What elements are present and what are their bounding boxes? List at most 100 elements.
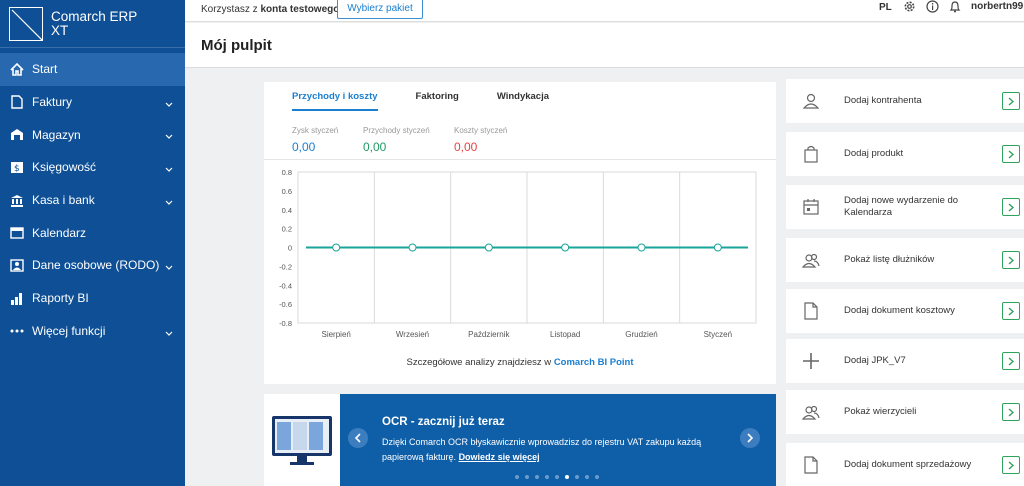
accounting-icon: $ bbox=[10, 160, 24, 174]
action-label: Dodaj dokument sprzedażowy bbox=[844, 459, 972, 470]
carousel-prev-button[interactable] bbox=[348, 428, 368, 448]
carousel-dot[interactable] bbox=[525, 475, 529, 479]
action-label: Dodaj JPK_V7 bbox=[844, 355, 906, 366]
person-icon bbox=[802, 92, 820, 110]
action-show-creditors[interactable]: Pokaż wierzycieli bbox=[786, 390, 1024, 434]
stats-row: Zysk styczeń 0,00 Przychody styczeń 0,00… bbox=[264, 120, 776, 160]
chevron-right-icon[interactable] bbox=[1002, 92, 1020, 110]
choose-package-button[interactable]: Wybierz pakiet bbox=[337, 0, 423, 19]
chevron-right-icon[interactable] bbox=[1002, 251, 1020, 269]
chevron-down-icon bbox=[165, 97, 173, 111]
carousel-dot[interactable] bbox=[575, 475, 579, 479]
action-label: Dodaj dokument kosztowy bbox=[844, 305, 955, 316]
action-label: Pokaż wierzycieli bbox=[844, 406, 917, 417]
info-icon[interactable] bbox=[926, 0, 939, 16]
sidebar-item-label: Faktury bbox=[32, 95, 73, 110]
x-tick-label: Grudzień bbox=[625, 330, 657, 339]
sidebar-item-label: Start bbox=[32, 62, 58, 77]
data-point[interactable] bbox=[561, 243, 570, 252]
people-icon bbox=[801, 251, 820, 269]
stat-value: 0,00 bbox=[454, 140, 478, 154]
app-name: Comarch ERP XT bbox=[51, 9, 137, 38]
language-switch[interactable]: PL bbox=[879, 2, 892, 13]
sidebar-item-label: Magazyn bbox=[32, 127, 81, 142]
bell-icon[interactable] bbox=[949, 0, 961, 16]
action-show-debtors[interactable]: Pokaż listę dłużników bbox=[786, 238, 1024, 282]
y-tick-label: 0.2 bbox=[282, 225, 292, 234]
action-add-product[interactable]: Dodaj produkt bbox=[786, 132, 1024, 176]
carousel-dot[interactable] bbox=[535, 475, 539, 479]
sidebar-item-label: Księgowość bbox=[32, 160, 97, 175]
calendar-icon bbox=[10, 226, 24, 240]
y-tick-label: -0.6 bbox=[279, 300, 292, 309]
stat-label: Koszty styczeń bbox=[454, 126, 508, 135]
sidebar-item-label: Raporty BI bbox=[32, 291, 89, 306]
carousel-dot[interactable] bbox=[595, 475, 599, 479]
revenue-costs-card: Przychody i koszty Faktoring Windykacja … bbox=[264, 82, 776, 384]
x-tick-label: Październik bbox=[468, 330, 510, 339]
warehouse-icon bbox=[10, 128, 24, 142]
document-icon bbox=[10, 95, 24, 109]
action-add-sales-document[interactable]: Dodaj dokument sprzedażowy bbox=[786, 443, 1024, 486]
carousel-dot-active[interactable] bbox=[565, 475, 569, 479]
sidebar-item-faktury[interactable]: Faktury bbox=[0, 86, 185, 119]
chevron-right-icon[interactable] bbox=[1002, 352, 1020, 370]
people-icon bbox=[801, 403, 820, 421]
data-point[interactable] bbox=[637, 243, 646, 252]
analytics-text: Szczegółowe analizy znajdziesz w bbox=[406, 357, 552, 368]
carousel-dot[interactable] bbox=[515, 475, 519, 479]
chevron-down-icon bbox=[165, 326, 173, 340]
action-add-contractor[interactable]: Dodaj kontrahenta bbox=[786, 79, 1024, 123]
carousel-dot[interactable] bbox=[585, 475, 589, 479]
page-title: Mój pulpit bbox=[201, 37, 272, 54]
ocr-banner: OCR - zacznij już teraz Dzięki Comarch O… bbox=[264, 394, 776, 486]
chevron-right-icon[interactable] bbox=[1002, 302, 1020, 320]
chevron-down-icon bbox=[165, 260, 173, 274]
data-point[interactable] bbox=[713, 243, 722, 252]
gear-icon[interactable] bbox=[903, 0, 916, 16]
sidebar-item-raporty-bi[interactable]: Raporty BI bbox=[0, 282, 185, 315]
action-add-jpk-v7[interactable]: Dodaj JPK_V7 bbox=[786, 339, 1024, 383]
carousel-dot[interactable] bbox=[555, 475, 559, 479]
data-point[interactable] bbox=[408, 243, 417, 252]
tab-debt-collection[interactable]: Windykacja bbox=[497, 91, 549, 111]
home-icon bbox=[10, 62, 24, 76]
action-add-calendar-event[interactable]: Dodaj nowe wydarzenie do Kalendarza bbox=[786, 185, 1024, 229]
stat-label: Przychody styczeń bbox=[363, 126, 430, 135]
chevron-right-icon[interactable] bbox=[1002, 456, 1020, 474]
ocr-title: OCR - zacznij już teraz bbox=[382, 416, 505, 428]
comarch-bi-point-link[interactable]: Comarch BI Point bbox=[554, 357, 634, 368]
user-name[interactable]: norbertn99 bbox=[971, 1, 1023, 12]
sidebar-item-magazyn[interactable]: Magazyn bbox=[0, 118, 185, 151]
x-tick-label: Sierpień bbox=[321, 330, 350, 339]
action-label: Dodaj produkt bbox=[844, 148, 904, 159]
action-label: Dodaj nowe wydarzenie do Kalendarza bbox=[844, 195, 959, 218]
data-point[interactable] bbox=[332, 243, 341, 252]
sidebar-item-ksiegowosc[interactable]: $ Księgowość bbox=[0, 151, 185, 184]
chevron-right-icon[interactable] bbox=[1002, 403, 1020, 421]
chevron-right-icon[interactable] bbox=[1002, 198, 1020, 216]
carousel-next-button[interactable] bbox=[740, 428, 760, 448]
sidebar-item-rodo[interactable]: Dane osobowe (RODO) bbox=[0, 249, 185, 282]
app-logo[interactable]: Comarch ERP XT bbox=[0, 0, 185, 48]
ocr-description: Dzięki Comarch OCR błyskawicznie wprowad… bbox=[382, 435, 702, 465]
learn-more-link[interactable]: Dowiedz się więcej bbox=[459, 452, 540, 462]
sidebar-item-kasa-i-bank[interactable]: Kasa i bank bbox=[0, 184, 185, 217]
sidebar-item-kalendarz[interactable]: Kalendarz bbox=[0, 216, 185, 249]
account-prefix: Korzystasz z bbox=[201, 4, 258, 15]
tab-factoring[interactable]: Faktoring bbox=[416, 91, 459, 111]
carousel-dot[interactable] bbox=[545, 475, 549, 479]
data-point[interactable] bbox=[484, 243, 493, 252]
chevron-right-icon[interactable] bbox=[1002, 145, 1020, 163]
sidebar-item-wiecej-funkcji[interactable]: Więcej funkcji bbox=[0, 315, 185, 348]
bag-icon bbox=[802, 145, 820, 163]
tab-revenue-costs[interactable]: Przychody i koszty bbox=[292, 91, 378, 111]
monitor-illustration bbox=[264, 394, 340, 486]
action-add-cost-document[interactable]: Dodaj dokument kosztowy bbox=[786, 289, 1024, 333]
ocr-text: Dzięki Comarch OCR błyskawicznie wprowad… bbox=[382, 437, 702, 462]
sidebar-item-start[interactable]: Start bbox=[0, 53, 185, 86]
more-icon bbox=[10, 324, 24, 338]
x-tick-label: Wrzesień bbox=[396, 330, 429, 339]
sidebar-item-label: Dane osobowe (RODO) bbox=[32, 258, 160, 273]
calendar-icon bbox=[802, 198, 820, 216]
